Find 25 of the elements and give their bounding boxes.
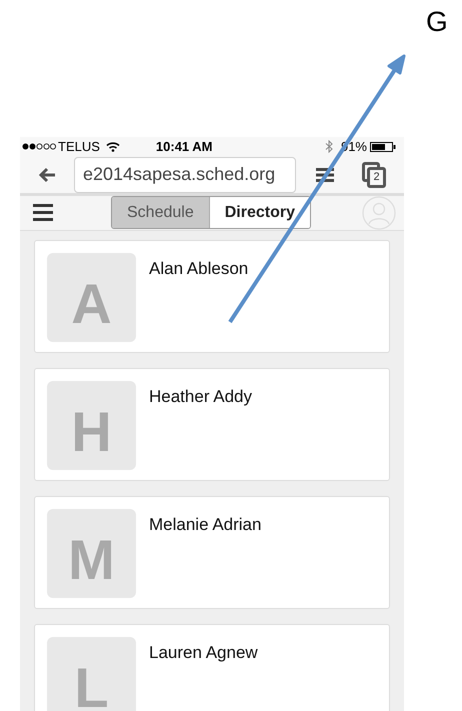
wifi-icon bbox=[106, 142, 120, 152]
annotation-letter: G bbox=[426, 8, 448, 36]
avatar-initial: L bbox=[47, 636, 136, 711]
segment-tab[interactable]: Schedule bbox=[112, 197, 209, 228]
list-icon[interactable] bbox=[316, 168, 334, 182]
person-name: Lauren Agnew bbox=[149, 642, 258, 664]
back-arrow-icon[interactable] bbox=[38, 166, 56, 182]
bluetooth-icon bbox=[324, 140, 333, 154]
person-card[interactable]: A Alan Ableson bbox=[34, 240, 390, 352]
signal-icon bbox=[22, 143, 56, 150]
segment-tab[interactable]: Directory bbox=[208, 197, 310, 228]
person-card[interactable]: H Heather Addy bbox=[34, 368, 390, 480]
person-name: Heather Addy bbox=[149, 386, 252, 408]
url-field[interactable]: e2014sapesa.sched.org bbox=[74, 156, 296, 192]
avatar-initial: M bbox=[47, 508, 136, 598]
avatar-initial: H bbox=[47, 380, 136, 470]
carrier-name: TELUS bbox=[58, 138, 100, 156]
menu-icon[interactable] bbox=[33, 204, 53, 221]
person-name: Alan Ableson bbox=[149, 258, 248, 280]
person-name: Melanie Adrian bbox=[149, 514, 262, 536]
avatar-initial: A bbox=[47, 252, 136, 342]
clock-time: 10:41 AM bbox=[156, 138, 213, 156]
person-card[interactable]: L Lauren Agnew bbox=[34, 624, 390, 711]
person-card[interactable]: M Melanie Adrian bbox=[34, 496, 390, 608]
battery-icon bbox=[370, 142, 396, 152]
